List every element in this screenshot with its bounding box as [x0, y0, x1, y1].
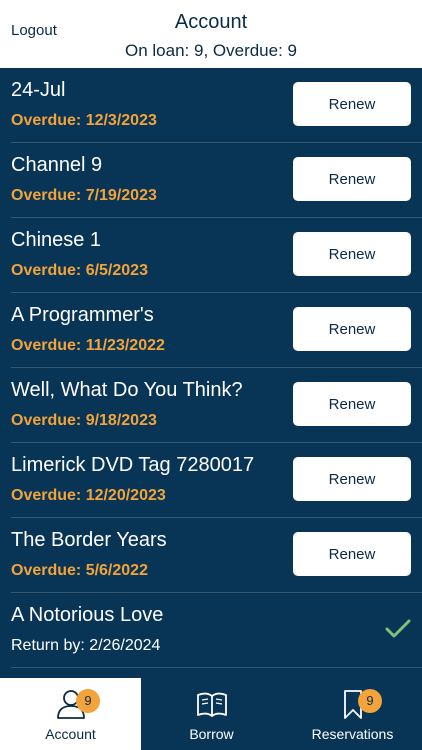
overdue-date: Overdue: 7/19/2023 — [11, 187, 157, 204]
overdue-date: Overdue: 9/18/2023 — [11, 412, 157, 429]
overdue-date: Overdue: 12/3/2023 — [11, 112, 157, 129]
renew-button[interactable]: Renew — [293, 157, 411, 201]
app-header: Logout Account On loan: 9, Overdue: 9 — [0, 0, 422, 68]
tab-reservations-label: Reservations — [311, 726, 394, 742]
tab-account-label: Account — [45, 726, 96, 742]
renew-button[interactable]: Renew — [293, 232, 411, 276]
renew-button[interactable]: Renew — [293, 382, 411, 426]
row-divider — [11, 667, 422, 668]
loan-row: A Programmer's Overdue: 11/23/2022 Renew — [0, 293, 422, 368]
return-by-date: Return by: 2/26/2024 — [11, 637, 161, 654]
renew-button[interactable]: Renew — [293, 532, 411, 576]
overdue-date: Overdue: 11/23/2022 — [11, 337, 165, 354]
loan-title: A Notorious Love — [11, 604, 164, 626]
reservations-badge: 9 — [358, 689, 382, 713]
book-icon — [196, 692, 227, 717]
renew-button[interactable]: Renew — [293, 457, 411, 501]
loan-title: Limerick DVD Tag 7280017 — [11, 454, 255, 476]
loan-title: A Programmer's — [11, 304, 154, 326]
loan-title: 24-Jul — [11, 79, 66, 101]
tab-bar: 9 Account Borrow 9 Reservations — [0, 678, 422, 750]
tab-account[interactable]: 9 Account — [0, 678, 141, 750]
loan-title: The Border Years — [11, 529, 167, 551]
overdue-date: Overdue: 5/6/2022 — [11, 562, 148, 579]
renew-button[interactable]: Renew — [293, 82, 411, 126]
tab-borrow-label: Borrow — [189, 726, 234, 742]
loan-row: The Border Years Overdue: 5/6/2022 Renew — [0, 518, 422, 593]
account-badge: 9 — [76, 689, 100, 713]
loan-row: 24-Jul Overdue: 12/3/2023 Renew — [0, 68, 422, 143]
tab-reservations[interactable]: 9 Reservations — [282, 678, 422, 750]
renew-button[interactable]: Renew — [293, 307, 411, 351]
loan-title: Chinese 1 — [11, 229, 102, 251]
loan-list[interactable]: 24-Jul Overdue: 12/3/2023 Renew Channel 9 Ov… — [0, 68, 422, 678]
tab-borrow[interactable]: Borrow — [141, 678, 282, 750]
overdue-date: Overdue: 6/5/2023 — [11, 262, 148, 279]
check-icon — [385, 619, 411, 638]
loan-row: Chinese 1 Overdue: 6/5/2023 Renew — [0, 218, 422, 293]
loan-summary: On loan: 9, Overdue: 9 — [125, 41, 297, 60]
loan-row: Channel 9 Overdue: 7/19/2023 Renew — [0, 143, 422, 218]
loan-title: Channel 9 — [11, 154, 103, 176]
loan-title: Well, What Do You Think? — [11, 379, 243, 401]
page-title: Account — [174, 11, 248, 33]
loan-row: Limerick DVD Tag 7280017 Overdue: 12/20/2… — [0, 443, 422, 518]
loan-row: Well, What Do You Think? Overdue: 9/18/20… — [0, 368, 422, 443]
loan-row: A Notorious Love Return by: 2/26/2024 — [0, 593, 422, 668]
overdue-date: Overdue: 12/20/2023 — [11, 487, 166, 504]
